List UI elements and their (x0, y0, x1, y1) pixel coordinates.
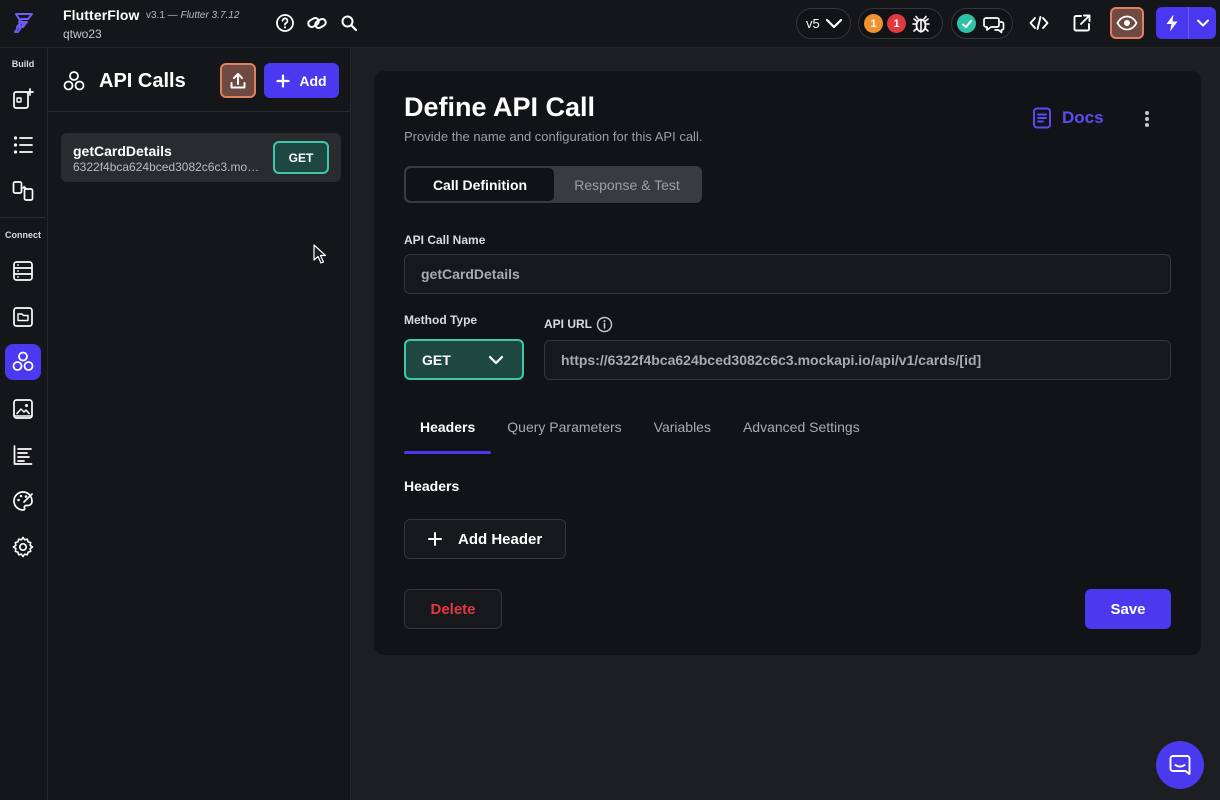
api-url-value: https://6322f4bca624bced3082c6c3.mockapi… (561, 352, 982, 368)
project-name: qtwo23 (63, 27, 102, 41)
tab-variables[interactable]: Variables (638, 407, 727, 454)
page-title: Define API Call (404, 92, 596, 122)
support-chat-button[interactable] (1156, 741, 1204, 789)
chevron-down-icon (825, 18, 842, 28)
image-assets-icon[interactable] (5, 391, 41, 427)
plus-icon (276, 73, 290, 88)
chat-icon (1169, 755, 1191, 775)
api-call-name-value: getCardDetails (421, 266, 520, 282)
connect-section-label: Connect (5, 230, 41, 240)
add-widget-icon[interactable] (5, 81, 41, 117)
version-selector[interactable]: v5 (796, 8, 851, 39)
api-call-name-label: API Call Name (404, 233, 486, 247)
checks-pill[interactable] (951, 8, 1013, 39)
search-icon[interactable] (338, 12, 360, 34)
chevron-down-icon[interactable] (1189, 7, 1216, 39)
preview-button[interactable] (1110, 7, 1144, 39)
check-icon (957, 14, 976, 33)
add-header-button[interactable]: Add Header (404, 519, 566, 559)
docs-label: Docs (1062, 108, 1104, 127)
content-outline-icon[interactable] (5, 437, 41, 473)
api-calls-panel: API Calls Add getCardDetails 6322f4bca62… (48, 48, 351, 800)
plus-icon (428, 532, 442, 546)
version-selector-label: v5 (806, 16, 820, 31)
api-call-url: 6322f4bca624bced3082c6c3.mockapi.io/api/… (73, 160, 263, 174)
code-icon[interactable] (1028, 12, 1050, 34)
run-button[interactable] (1156, 7, 1216, 39)
api-call-name: getCardDetails (73, 143, 172, 159)
method-type-dropdown[interactable]: GET (404, 339, 524, 380)
eye-icon (1116, 15, 1138, 31)
issues-pill[interactable]: 1 1 (858, 8, 943, 39)
api-calls-icon (62, 70, 86, 92)
version-number: v3.1 (146, 10, 165, 21)
link-icon[interactable] (306, 12, 328, 34)
open-external-icon[interactable] (1071, 12, 1093, 34)
top-bar: FlutterFlow v3.1 — Flutter 3.7.12 qtwo23… (0, 0, 1220, 48)
api-calls-panel-header: API Calls Add (48, 48, 350, 112)
lightning-icon (1156, 7, 1189, 39)
api-url-label: API URL (544, 317, 592, 331)
widget-tree-icon[interactable] (5, 127, 41, 163)
definition-segmented-control: Call Definition Response & Test (404, 166, 702, 203)
more-options-icon[interactable] (1142, 109, 1152, 129)
api-call-list-item[interactable]: getCardDetails 6322f4bca624bced3082c6c3.… (61, 133, 341, 182)
define-api-call-card: Define API Call Provide the name and con… (374, 71, 1201, 655)
comments-icon (983, 14, 1005, 34)
bug-icon (910, 13, 932, 35)
app-title: FlutterFlow (63, 7, 140, 23)
media-folder-icon[interactable] (5, 299, 41, 335)
storyboard-icon[interactable] (5, 173, 41, 209)
import-api-button[interactable] (220, 63, 256, 98)
tab-headers[interactable]: Headers (404, 407, 492, 454)
flutterflow-logo-icon[interactable] (11, 10, 37, 36)
upload-icon (230, 72, 246, 88)
add-api-call-button[interactable]: Add (264, 63, 339, 98)
tab-advanced-settings[interactable]: Advanced Settings (727, 407, 876, 454)
tab-call-definition[interactable]: Call Definition (406, 168, 554, 201)
settings-gear-icon[interactable] (5, 529, 41, 565)
api-call-name-input[interactable]: getCardDetails (404, 254, 1171, 294)
theme-palette-icon[interactable] (5, 483, 41, 519)
headers-section-title: Headers (404, 478, 460, 494)
tab-query-parameters[interactable]: Query Parameters (491, 407, 637, 454)
tab-response-and-test[interactable]: Response & Test (554, 168, 700, 201)
chevron-down-icon (488, 355, 504, 364)
database-icon[interactable] (5, 253, 41, 289)
flutter-version: Flutter 3.7.12 (180, 10, 240, 21)
build-section-label: Build (11, 59, 35, 69)
api-calls-icon[interactable] (5, 344, 41, 380)
errors-badge: 1 (887, 14, 906, 33)
warnings-badge: 1 (864, 14, 883, 33)
method-type-label: Method Type (404, 313, 478, 327)
delete-button[interactable]: Delete (404, 589, 502, 629)
document-icon (1033, 107, 1051, 129)
app-version: v3.1 — Flutter 3.7.12 (146, 10, 240, 21)
save-button[interactable]: Save (1085, 589, 1171, 629)
api-url-input[interactable]: https://6322f4bca624bced3082c6c3.mockapi… (544, 340, 1171, 380)
page-subtitle: Provide the name and configuration for t… (404, 129, 703, 144)
panel-title: API Calls (99, 70, 186, 92)
docs-link[interactable]: Docs (1032, 107, 1104, 129)
method-badge: GET (273, 141, 329, 174)
method-type-value: GET (422, 351, 451, 368)
help-icon[interactable] (274, 12, 296, 34)
mouse-cursor-icon (313, 244, 327, 264)
rail-divider (0, 217, 46, 218)
add-header-label: Add Header (458, 530, 543, 548)
config-tabs: Headers Query Parameters Variables Advan… (404, 407, 876, 454)
add-button-label: Add (299, 72, 327, 89)
left-nav-rail: Build Connect (0, 48, 48, 800)
info-icon[interactable] (596, 316, 613, 333)
